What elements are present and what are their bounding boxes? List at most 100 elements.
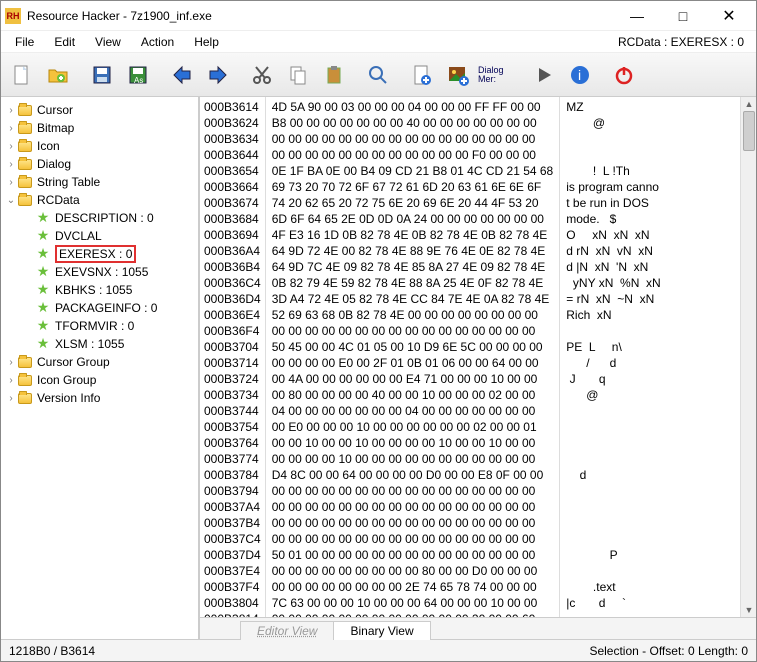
tree-folder[interactable]: ›Version Info — [3, 389, 196, 407]
scroll-up-icon[interactable]: ▲ — [741, 97, 756, 111]
tree-label: EXEVSNX : 1055 — [55, 265, 148, 279]
tree-folder[interactable]: › Dialog — [3, 155, 196, 173]
menu-file[interactable]: File — [5, 33, 44, 51]
dialog-merge-button[interactable]: Dialog Mer: — [477, 58, 517, 92]
scissors-icon — [250, 63, 274, 87]
scroll-thumb[interactable] — [743, 111, 755, 151]
star-icon: ★ — [35, 318, 51, 334]
tree-item[interactable]: ★ TFORMVIR : 0 — [21, 317, 196, 335]
tree-label: RCData — [37, 193, 80, 207]
menu-edit[interactable]: Edit — [44, 33, 85, 51]
save-button[interactable] — [85, 58, 119, 92]
chevron-right-icon[interactable]: › — [5, 105, 17, 116]
tree-label: Dialog — [37, 157, 71, 171]
tree-item[interactable]: ★ EXEVSNX : 1055 — [21, 263, 196, 281]
tree-folder[interactable]: › Cursor — [3, 101, 196, 119]
picture-plus-icon — [446, 63, 470, 87]
star-icon: ★ — [35, 282, 51, 298]
chevron-right-icon[interactable]: › — [5, 177, 17, 188]
save-as-button[interactable]: As — [121, 58, 155, 92]
paste-button[interactable] — [317, 58, 351, 92]
minimize-button[interactable]: — — [614, 1, 660, 31]
status-left: 1218B0 / B3614 — [1, 644, 103, 658]
star-icon: ★ — [35, 264, 51, 280]
chevron-right-icon[interactable]: › — [5, 159, 17, 170]
menu-right-label: RCData : EXERESX : 0 — [618, 35, 752, 49]
info-button[interactable]: i — [563, 58, 597, 92]
tab-editor-view[interactable]: Editor View — [240, 621, 334, 640]
title-bar: RH Resource Hacker - 7z1900_inf.exe — □ … — [1, 1, 756, 31]
folder-icon — [17, 372, 33, 388]
tree-item[interactable]: ★DVCLAL — [21, 227, 196, 245]
tree-label: Cursor — [37, 103, 73, 117]
tree-label: EXERESX : 0 — [55, 245, 136, 263]
new-button[interactable] — [5, 58, 39, 92]
folder-icon — [17, 192, 33, 208]
copy-button[interactable] — [281, 58, 315, 92]
folder-icon — [17, 390, 33, 406]
paste-icon — [322, 63, 346, 87]
tree-item[interactable]: ★KBHKS : 1055 — [21, 281, 196, 299]
add-resource-button[interactable] — [405, 58, 439, 92]
save-as-icon: As — [126, 63, 150, 87]
tree-label: Icon — [37, 139, 60, 153]
open-folder-icon — [46, 63, 70, 87]
new-file-icon — [10, 63, 34, 87]
tree-folder[interactable]: › Icon Group — [3, 371, 196, 389]
tree-item[interactable]: ★ DESCRIPTION : 0 — [21, 209, 196, 227]
star-icon: ★ — [35, 210, 51, 226]
star-icon: ★ — [35, 336, 51, 352]
tree-folder[interactable]: ›String Table — [3, 173, 196, 191]
tree-folder[interactable]: › Bitmap — [3, 119, 196, 137]
tab-binary-view[interactable]: Binary View — [333, 621, 430, 640]
app-icon: RH — [5, 8, 21, 24]
folder-icon — [17, 156, 33, 172]
tree-label: Cursor Group — [37, 355, 110, 369]
tree-item[interactable]: ★XLSM : 1055 — [21, 335, 196, 353]
tree-label: Bitmap — [37, 121, 74, 135]
menu-help[interactable]: Help — [184, 33, 229, 51]
toolbar: As Dialog Mer: i — [1, 53, 756, 97]
tree-label: PACKAGEINFO : 0 — [55, 301, 157, 315]
nav-fwd-button[interactable] — [201, 58, 235, 92]
folder-icon — [17, 354, 33, 370]
chevron-down-icon[interactable]: ⌄ — [5, 195, 17, 206]
tree-folder[interactable]: › Cursor Group — [3, 353, 196, 371]
chevron-right-icon[interactable]: › — [5, 393, 17, 404]
tree-folder[interactable]: › Icon — [3, 137, 196, 155]
info-icon: i — [568, 63, 592, 87]
tree-folder[interactable]: ⌄ RCData — [3, 191, 196, 209]
cut-button[interactable] — [245, 58, 279, 92]
menu-action[interactable]: Action — [131, 33, 184, 51]
menu-bar: File Edit View Action Help RCData : EXER… — [1, 31, 756, 53]
chevron-right-icon[interactable]: › — [5, 375, 17, 386]
tree-label: DESCRIPTION : 0 — [55, 211, 154, 225]
close-button[interactable]: ✕ — [706, 1, 752, 31]
nav-back-button[interactable] — [165, 58, 199, 92]
chevron-right-icon[interactable]: › — [5, 357, 17, 368]
scroll-down-icon[interactable]: ▼ — [741, 603, 756, 617]
find-button[interactable] — [361, 58, 395, 92]
play-icon — [532, 63, 556, 87]
folder-icon — [17, 174, 33, 190]
view-tabs: Editor View Binary View — [200, 617, 756, 639]
menu-view[interactable]: View — [85, 33, 131, 51]
hex-bytes[interactable]: 4D 5A 90 00 03 00 00 00 04 00 00 00 FF F… — [266, 97, 561, 617]
open-button[interactable] — [41, 58, 75, 92]
add-image-button[interactable] — [441, 58, 475, 92]
resource-tree[interactable]: ›Cursor›Bitmap›Icon›Dialog›String Table⌄… — [1, 97, 199, 639]
chevron-right-icon[interactable]: › — [5, 123, 17, 134]
power-button[interactable] — [607, 58, 641, 92]
tree-item[interactable]: ★EXERESX : 0 — [21, 245, 196, 263]
tree-item[interactable]: ★PACKAGEINFO : 0 — [21, 299, 196, 317]
star-icon: ★ — [35, 228, 51, 244]
tree-label: TFORMVIR : 0 — [55, 319, 134, 333]
arrow-tag-left-icon — [170, 63, 194, 87]
chevron-right-icon[interactable]: › — [5, 141, 17, 152]
hex-view[interactable]: 000B3614000B3624000B3634000B3644000B3654… — [200, 97, 756, 617]
tree-label: Icon Group — [37, 373, 96, 387]
maximize-button[interactable]: □ — [660, 1, 706, 31]
hex-ascii[interactable]: MZ @ ! L !This program cannot be run in … — [560, 97, 740, 617]
play-button[interactable] — [527, 58, 561, 92]
hex-scrollbar[interactable]: ▲ ▼ — [740, 97, 756, 617]
